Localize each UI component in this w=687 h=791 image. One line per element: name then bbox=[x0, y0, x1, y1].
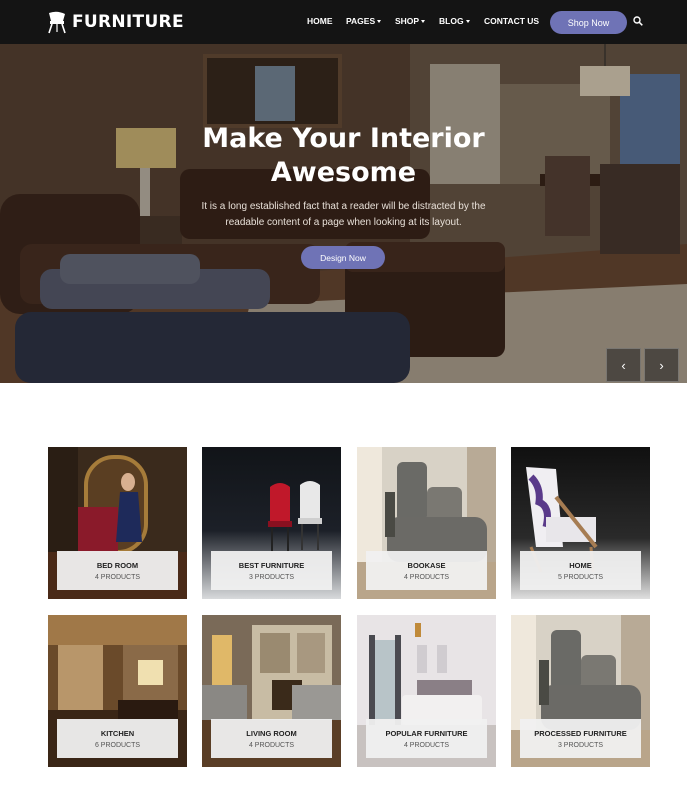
category-card-processed-furniture[interactable]: PROCESSED FURNITURE 3 PRODUCTS bbox=[511, 615, 650, 767]
nav-pages[interactable]: PAGES bbox=[346, 16, 382, 26]
nav-home-label: HOME bbox=[307, 16, 333, 26]
nav-pages-label: PAGES bbox=[346, 16, 376, 26]
search-icon[interactable] bbox=[633, 16, 643, 26]
category-name: BED ROOM bbox=[96, 560, 139, 570]
category-card-bookase[interactable]: BOOKASE 4 PRODUCTS bbox=[357, 447, 496, 599]
category-name: PROCESSED FURNITURE bbox=[534, 728, 627, 738]
hero-title-line1: Make Your Interior bbox=[202, 123, 485, 154]
design-now-button[interactable]: Design Now bbox=[301, 246, 385, 269]
category-name: BEST FURNITURE bbox=[238, 560, 305, 570]
category-card-living-room[interactable]: LIVING ROOM 4 PRODUCTS bbox=[202, 615, 341, 767]
shop-now-button[interactable]: Shop Now bbox=[550, 11, 627, 34]
category-name: KITCHEN bbox=[100, 728, 135, 738]
nav-shop-label: SHOP bbox=[395, 16, 420, 26]
nav-shop[interactable]: SHOP bbox=[395, 16, 426, 26]
nav-contact[interactable]: CONTACT US bbox=[484, 16, 539, 26]
category-card-popular-furniture[interactable]: POPULAR FURNITURE 4 PRODUCTS bbox=[357, 615, 496, 767]
category-label: HOME 5 PRODUCTS bbox=[520, 551, 641, 590]
category-count: 6 PRODUCTS bbox=[94, 741, 141, 749]
hero-title-line2: Awesome bbox=[270, 157, 417, 188]
category-label: BOOKASE 4 PRODUCTS bbox=[366, 551, 487, 590]
hero-subtitle-line2: readable content of a page when looking … bbox=[225, 217, 462, 228]
category-name: BOOKASE bbox=[407, 560, 446, 570]
category-card-best-furniture[interactable]: BEST FURNITURE 3 PRODUCTS bbox=[202, 447, 341, 599]
chevron-left-icon: ‹ bbox=[621, 357, 626, 373]
category-card-bed-room[interactable]: BED ROOM 4 PRODUCTS bbox=[48, 447, 187, 599]
brand-name: FURNITURE bbox=[72, 12, 184, 32]
category-count: 4 PRODUCTS bbox=[403, 741, 450, 749]
nav-blog-label: BLOG bbox=[439, 16, 464, 26]
category-name: HOME bbox=[569, 560, 592, 570]
category-card-home[interactable]: HOME 5 PRODUCTS bbox=[511, 447, 650, 599]
slider-prev-button[interactable]: ‹ bbox=[606, 348, 641, 382]
site-header: FURNITURE HOME PAGES SHOP BLOG CONTACT U… bbox=[0, 0, 687, 44]
category-count: 4 PRODUCTS bbox=[94, 573, 141, 581]
chevron-down-icon bbox=[377, 20, 382, 23]
category-label: BEST FURNITURE 3 PRODUCTS bbox=[211, 551, 332, 590]
category-label: PROCESSED FURNITURE 3 PRODUCTS bbox=[520, 719, 641, 758]
chevron-right-icon: › bbox=[659, 357, 664, 373]
nav-contact-label: CONTACT US bbox=[484, 16, 540, 26]
brand-logo[interactable]: FURNITURE bbox=[46, 9, 184, 35]
chair-logo-icon bbox=[48, 11, 66, 34]
chevron-down-icon bbox=[465, 20, 470, 23]
category-count: 4 PRODUCTS bbox=[403, 573, 450, 581]
hero-banner: Make Your Interior Awesome It is a long … bbox=[0, 44, 687, 383]
category-label: LIVING ROOM 4 PRODUCTS bbox=[211, 719, 332, 758]
chevron-down-icon bbox=[421, 20, 426, 23]
nav-home[interactable]: HOME bbox=[307, 16, 333, 26]
category-label: KITCHEN 6 PRODUCTS bbox=[57, 719, 178, 758]
category-name: POPULAR FURNITURE bbox=[385, 728, 468, 738]
nav-blog[interactable]: BLOG bbox=[439, 16, 470, 26]
hero-subtitle-line1: It is a long established fact that a rea… bbox=[201, 201, 486, 212]
category-count: 3 PRODUCTS bbox=[557, 741, 604, 749]
category-count: 5 PRODUCTS bbox=[557, 573, 604, 581]
category-count: 4 PRODUCTS bbox=[248, 741, 295, 749]
category-label: POPULAR FURNITURE 4 PRODUCTS bbox=[366, 719, 487, 758]
category-name: LIVING ROOM bbox=[246, 728, 297, 738]
category-card-kitchen[interactable]: KITCHEN 6 PRODUCTS bbox=[48, 615, 187, 767]
category-label: BED ROOM 4 PRODUCTS bbox=[57, 551, 178, 590]
slider-next-button[interactable]: › bbox=[644, 348, 679, 382]
category-count: 3 PRODUCTS bbox=[248, 573, 295, 581]
